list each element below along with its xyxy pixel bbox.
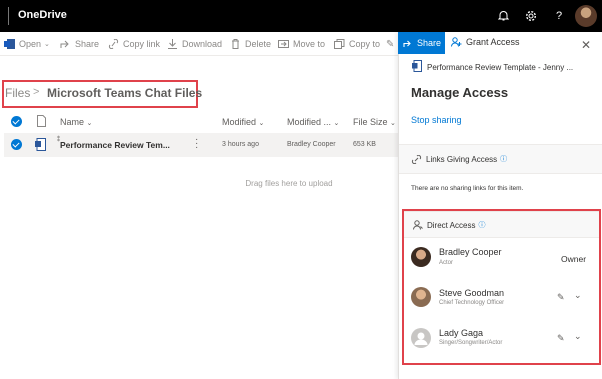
app-title[interactable]: OneDrive: [18, 9, 67, 21]
delete-button[interactable]: Delete: [230, 37, 271, 51]
avatar: [411, 287, 431, 307]
avatar: [411, 247, 431, 267]
copy-icon: [334, 39, 345, 49]
info-icon[interactable]: ⓘ: [500, 154, 507, 164]
chevron-down-icon[interactable]: ⌄: [574, 331, 582, 342]
rename-pencil-icon[interactable]: ✎: [386, 39, 394, 50]
word-icon: [4, 39, 15, 49]
breadcrumb-files[interactable]: Files: [5, 86, 30, 100]
word-file-icon: [412, 60, 422, 72]
edit-pencil-icon[interactable]: ✎: [557, 292, 565, 303]
column-modified-label: Modified: [222, 117, 257, 127]
tab-grant-label: Grant Access: [466, 37, 520, 47]
move-to-label: Move to: [293, 39, 326, 49]
copy-to-button[interactable]: Copy to ✎: [334, 37, 394, 51]
bell-icon[interactable]: [496, 9, 510, 23]
row-size: 653 KB: [353, 141, 376, 148]
avatar: [411, 328, 431, 348]
select-all-checkbox[interactable]: [11, 116, 22, 127]
share-icon: [403, 40, 411, 47]
stop-sharing-link[interactable]: Stop sharing: [411, 115, 462, 125]
gear-icon[interactable]: [524, 9, 538, 23]
tab-share-label: Share: [417, 38, 442, 48]
column-name-label: Name: [60, 117, 85, 127]
person-name: Steve Goodman: [439, 288, 505, 298]
share-icon: [60, 40, 69, 48]
column-header-modified-by[interactable]: Modified ... ⌄: [287, 117, 339, 127]
panel-heading: Manage Access: [411, 85, 509, 100]
close-icon[interactable]: ✕: [581, 38, 591, 52]
download-label: Download: [182, 39, 223, 49]
person-role: Singer/Songwriter/Actor: [439, 340, 503, 346]
top-bar: OneDrive ?: [0, 0, 602, 32]
delete-label: Delete: [245, 39, 272, 49]
file-type-header-icon: [37, 115, 46, 127]
column-size-label: File Size: [353, 117, 388, 127]
person-name: Lady Gaga: [439, 328, 484, 338]
delete-icon: [232, 39, 239, 49]
permission-owner: Owner: [561, 254, 587, 264]
tab-share[interactable]: Share: [398, 32, 445, 54]
word-file-icon: [35, 138, 46, 151]
panel-file-name: Performance Review Template - Jenny ...: [427, 63, 574, 72]
copy-link-label: Copy link: [123, 39, 161, 49]
chevron-down-icon: ⌄: [333, 120, 340, 127]
person-role: Chief Technology Officer: [439, 300, 505, 306]
person-add-icon: [451, 37, 462, 47]
edit-pencil-icon[interactable]: ✎: [557, 333, 565, 344]
breadcrumb-current: Microsoft Teams Chat Files: [47, 86, 203, 100]
row-file-name[interactable]: Performance Review Tem...: [60, 140, 170, 150]
open-button[interactable]: Open ⌄: [4, 37, 50, 51]
links-section-title: Links Giving Access ⓘ: [411, 154, 507, 164]
person-placeholder-icon: [414, 332, 428, 345]
more-options-icon[interactable]: · · ·: [195, 135, 198, 153]
chevron-down-icon[interactable]: ⌄: [574, 290, 582, 301]
column-header-name[interactable]: Name ⌄: [60, 117, 92, 127]
person-name: Bradley Cooper: [439, 247, 502, 257]
profile-avatar[interactable]: [575, 5, 597, 27]
link-icon: [108, 39, 119, 49]
chevron-down-icon: ⌄: [258, 120, 265, 127]
column-header-size[interactable]: File Size ⌄: [353, 117, 396, 127]
help-icon[interactable]: ?: [552, 9, 566, 23]
chevron-down-icon: ⌄: [390, 120, 396, 127]
chevron-down-icon: ⌄: [86, 120, 93, 127]
share-label: Share: [75, 39, 100, 49]
tab-grant-access[interactable]: Grant Access: [451, 37, 520, 47]
download-button[interactable]: Download: [167, 37, 222, 51]
row-modified-by: Bradley Cooper: [287, 141, 336, 148]
command-bar: Open ⌄ Share Copy link Download Delete M…: [0, 32, 400, 56]
person-role: Actor: [439, 260, 454, 266]
row-modified: 3 hours ago: [222, 141, 259, 148]
row-checkbox[interactable]: [11, 139, 22, 150]
copy-link-button[interactable]: Copy link: [108, 37, 160, 51]
move-icon: [278, 40, 289, 48]
download-icon: [168, 39, 177, 49]
column-modified-by-label: Modified ...: [287, 117, 332, 127]
app-launcher-divider: [8, 7, 9, 25]
links-section-label: Links Giving Access: [426, 154, 498, 164]
column-header-modified[interactable]: Modified ⌄: [222, 117, 264, 127]
copy-to-label: Copy to: [349, 39, 381, 49]
share-button[interactable]: Share: [60, 37, 99, 51]
move-to-button[interactable]: Move to: [278, 37, 325, 51]
link-icon: [411, 154, 422, 164]
breadcrumb-separator: >: [33, 86, 40, 98]
open-label: Open: [19, 39, 42, 49]
chevron-down-icon: ⌄: [44, 41, 50, 48]
no-links-text: There are no sharing links for this item…: [411, 185, 524, 192]
